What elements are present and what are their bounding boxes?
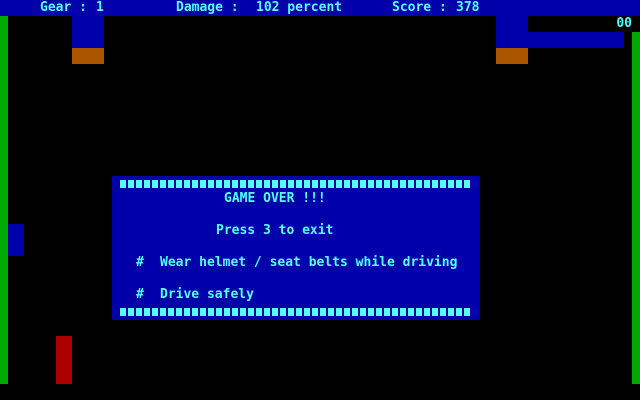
exit-prompt: Press 3 to exit <box>216 223 334 238</box>
score-label: Score : <box>392 0 447 15</box>
tip-text: Wear helmet / seat belts while driving <box>160 255 458 270</box>
traffic-car-wheels <box>72 48 104 64</box>
traffic-car-wheels <box>496 48 528 64</box>
tip-text: Drive safely <box>160 287 254 302</box>
corner-readout: 00 <box>616 16 632 31</box>
hud-bar: Gear : 1 Damage : 102 percent Score : 37… <box>0 0 640 16</box>
obstacle-block <box>8 224 24 256</box>
damage-label: Damage : <box>176 0 239 15</box>
tip-bullet: # <box>136 287 144 302</box>
game-over-title: GAME OVER !!! <box>224 191 326 206</box>
gear-value: 1 <box>96 0 104 15</box>
road-edge-left <box>0 16 8 384</box>
player-car <box>56 336 72 384</box>
damage-value: 102 percent <box>256 0 343 15</box>
road-edge-right <box>632 32 640 384</box>
traffic-car-roof <box>528 32 624 48</box>
traffic-car-body <box>72 16 104 48</box>
dialog-bottom-border <box>120 308 472 316</box>
tip-bullet: # <box>136 255 144 270</box>
score-value: 378 <box>456 0 480 15</box>
game-over-dialog: GAME OVER !!! Press 3 to exit # Wear hel… <box>112 176 480 320</box>
traffic-car-body <box>496 16 528 48</box>
gear-label: Gear : <box>40 0 87 15</box>
dialog-top-border <box>120 180 472 188</box>
